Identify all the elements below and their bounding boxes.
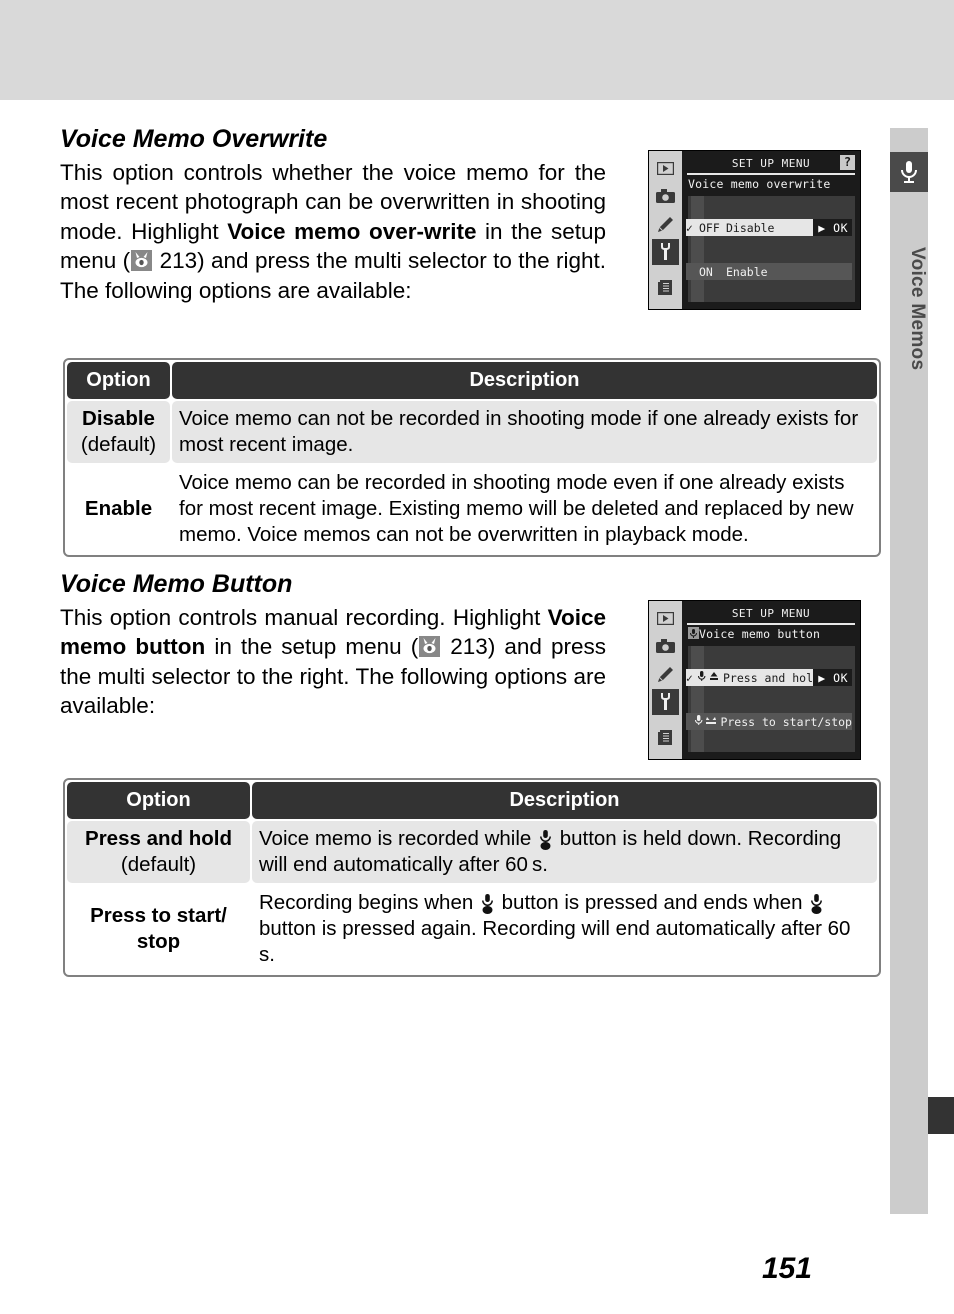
description-cell: Voice memo is recorded while button is h… — [252, 821, 877, 883]
mic-button-icon — [810, 892, 823, 914]
option-name: Disable — [82, 407, 155, 430]
column-header-description: Description — [252, 782, 877, 819]
microphone-icon — [890, 152, 928, 192]
section-paragraph: This option controls whether the voice m… — [60, 158, 606, 306]
chapter-index-marker — [928, 1097, 954, 1134]
description-cell: Recording begins when button is pressed … — [252, 885, 877, 973]
chapter-tab-label: Voice Memos — [907, 247, 928, 371]
section-paragraph: This option controls manual recording. H… — [60, 603, 606, 721]
column-header-option: Option — [67, 362, 170, 399]
table-row: Disable (default) Voice memo can not be … — [67, 401, 877, 463]
table-row: Press to start/ stop Recording begins wh… — [67, 885, 877, 973]
option-default-note: (default) — [80, 433, 157, 456]
pencil-icon — [652, 211, 679, 237]
column-header-option: Option — [67, 782, 250, 819]
lcd-option-tag: OFF — [699, 220, 720, 235]
playback-icon — [652, 155, 679, 181]
option-cell: Press to start/ stop — [67, 885, 250, 973]
lcd-menu-title: SET UP MENU — [731, 157, 811, 170]
mic-toggle-icon — [694, 714, 720, 730]
camera-icon — [652, 633, 679, 659]
lcd-screen-body: SET UP MENU ? Voice memo overwrite ✓ OFF… — [682, 151, 860, 309]
option-name: Enable — [84, 497, 153, 520]
description-text-2: button is pressed and ends when — [495, 891, 809, 914]
description-cell: Voice memo can be recorded in shooting m… — [172, 465, 877, 553]
lcd-menu-subtitle-wrap: Voice memo button — [688, 627, 820, 641]
lcd-menu-title: SET UP MENU — [731, 607, 811, 620]
mic-button-icon — [539, 828, 552, 850]
lcd-option-label: Press and hold — [723, 670, 820, 685]
table-voice-memo-overwrite: Option Description Disable (default) Voi… — [63, 358, 881, 557]
page-number: 151 — [761, 1252, 812, 1285]
lcd-menu-subtitle: Voice memo button — [699, 627, 821, 641]
option-name: Press and hold — [85, 827, 232, 850]
lcd-menu-subtitle: Voice memo overwrite — [688, 177, 831, 191]
lcd-option-row-enable[interactable]: ON Enable — [686, 263, 852, 280]
table-header-row: Option Description — [67, 782, 877, 819]
lcd-screenshot-voice-memo-overwrite: SET UP MENU ? Voice memo overwrite ✓ OFF… — [648, 150, 861, 310]
book-reference-icon — [419, 636, 441, 657]
lcd-option-row-disable[interactable]: ✓ OFF Disable ▶ OK — [686, 219, 852, 236]
table-header-row: Option Description — [67, 362, 877, 399]
table-row: Enable Voice memo can be recorded in sho… — [67, 465, 877, 553]
lcd-option-label: Press to start/stop — [720, 714, 852, 729]
mic-hold-icon — [697, 670, 723, 686]
pages-icon — [652, 725, 679, 751]
camera-icon — [652, 183, 679, 209]
option-cell: Enable — [67, 465, 170, 553]
option-name-line2: stop — [136, 930, 181, 953]
mic-button-icon — [481, 892, 494, 914]
pages-icon — [652, 275, 679, 301]
lcd-screenshot-voice-memo-button: SET UP MENU Voice memo button ✓ Press an… — [648, 600, 861, 760]
option-cell: Disable (default) — [67, 401, 170, 463]
pencil-icon — [652, 661, 679, 687]
check-icon: ✓ — [686, 670, 693, 685]
lcd-option-label: Enable — [726, 264, 768, 279]
paragraph-bold-term: Voice memo over-write — [227, 218, 477, 244]
check-icon: ✓ — [686, 220, 693, 235]
lcd-options-panel — [688, 646, 855, 752]
table-voice-memo-button: Option Description Press and hold (defau… — [63, 778, 881, 977]
playback-icon — [652, 605, 679, 631]
lcd-option-row-press-to-start-stop[interactable]: Press to start/stop — [686, 713, 852, 730]
section-voice-memo-button: Voice Memo Button This option controls m… — [60, 570, 606, 721]
description-text-3: button is pressed again. Recording will … — [259, 917, 855, 966]
help-badge-icon: ? — [840, 155, 855, 170]
table-row: Press and hold (default) Voice memo is r… — [67, 821, 877, 883]
lcd-title-rule — [687, 623, 855, 625]
paragraph-text-2: in the setup menu ( — [205, 634, 419, 659]
lcd-title-rule — [687, 173, 855, 175]
description-cell: Voice memo can not be recorded in shooti… — [172, 401, 877, 463]
lcd-options-panel — [688, 196, 855, 302]
page-content: Voice Memo Overwrite This option control… — [0, 0, 890, 1314]
book-reference-icon — [131, 250, 153, 271]
lcd-screen-body: SET UP MENU Voice memo button ✓ Press an… — [682, 601, 860, 759]
section-voice-memo-overwrite: Voice Memo Overwrite This option control… — [60, 125, 606, 306]
lcd-option-label: Disable — [726, 220, 775, 235]
lcd-left-stripe — [691, 646, 704, 752]
paragraph-text-1: This option controls manual recording. H… — [60, 604, 548, 630]
mic-icon — [688, 627, 699, 639]
section-title: Voice Memo Button — [60, 570, 293, 598]
lcd-ok-indicator: ▶ OK — [813, 669, 852, 686]
lcd-option-row-press-and-hold[interactable]: ✓ Press and hold ▶ OK — [686, 669, 852, 686]
column-header-description: Description — [172, 362, 877, 399]
lcd-menu-tabs — [649, 601, 682, 759]
wrench-icon — [652, 689, 679, 715]
section-title: Voice Memo Overwrite — [60, 125, 328, 153]
lcd-left-stripe — [691, 196, 704, 302]
wrench-icon — [652, 239, 679, 265]
description-text-1: Voice memo is recorded while — [259, 827, 538, 850]
lcd-menu-tabs — [649, 151, 682, 309]
option-cell: Press and hold (default) — [67, 821, 250, 883]
lcd-ok-indicator: ▶ OK — [813, 219, 852, 236]
option-name: Press to start/ — [90, 904, 227, 927]
description-text-1: Recording begins when — [259, 891, 479, 914]
option-default-note: (default) — [120, 853, 197, 876]
lcd-option-tag: ON — [699, 264, 713, 279]
